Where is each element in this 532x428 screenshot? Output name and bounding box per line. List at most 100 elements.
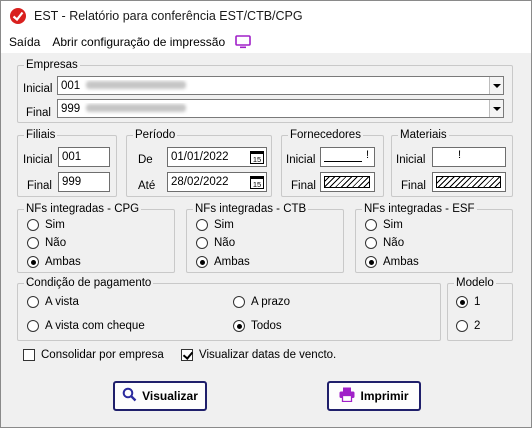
condicao-a-vista-label: A vista: [45, 296, 79, 308]
fornecedores-inicial-label: Inicial: [286, 154, 316, 166]
empresa-final-value: 999: [61, 102, 81, 115]
periodo-ate-label: Até: [138, 180, 156, 192]
nfs-cpg-ambas-label: Ambas: [45, 256, 81, 268]
periodo-legend: Período: [133, 128, 178, 142]
nfs-cpg-sim-radio[interactable]: Sim: [27, 217, 65, 233]
fornecedores-legend: Fornecedores: [288, 128, 363, 142]
nfs-ctb-group: NFs integradas - CTB Sim Não Ambas: [186, 202, 344, 273]
nfs-esf-ambas-label: Ambas: [383, 256, 419, 268]
material-inicial-mask: !: [457, 149, 461, 161]
fornecedores-group: Fornecedores Inicial ! Final: [281, 128, 384, 197]
empresas-inicial-label: Inicial: [23, 83, 53, 95]
visualizar-label: Visualizar: [142, 389, 198, 403]
condicao-a-vista-cheque-radio[interactable]: A vista com cheque: [27, 318, 145, 334]
fornecedor-final-input[interactable]: [320, 172, 375, 192]
nfs-esf-sim-label: Sim: [383, 219, 403, 231]
printer-icon: [339, 387, 355, 405]
menu-saida[interactable]: Saída: [9, 35, 46, 49]
window-title: EST - Relatório para conferência EST/CTB…: [34, 9, 303, 23]
filiais-inicial-label: Inicial: [23, 154, 53, 166]
empresa-inicial-name-redacted: [86, 81, 187, 90]
data-ate-value: 28/02/2022: [171, 176, 229, 188]
filial-inicial-input[interactable]: 001: [58, 147, 110, 167]
app-logo-icon: [8, 6, 28, 26]
consolidar-label: Consolidar por empresa: [41, 349, 164, 361]
calendar-icon[interactable]: 15: [249, 149, 265, 165]
imprimir-button[interactable]: Imprimir: [327, 381, 421, 411]
nfs-ctb-sim-label: Sim: [214, 219, 234, 231]
nfs-ctb-ambas-radio[interactable]: Ambas: [196, 254, 250, 270]
condicao-todos-radio[interactable]: Todos: [233, 318, 282, 334]
modelo-2-radio[interactable]: 2: [456, 318, 480, 334]
data-de-input[interactable]: 01/01/2022 15: [167, 147, 267, 167]
nfs-esf-sim-radio[interactable]: Sim: [365, 217, 403, 233]
periodo-de-label: De: [138, 154, 153, 166]
visualizar-button[interactable]: Visualizar: [113, 381, 207, 411]
chevron-down-icon[interactable]: [489, 100, 503, 117]
fornecedor-inicial-mask: !: [365, 149, 369, 161]
nfs-cpg-sim-label: Sim: [45, 219, 65, 231]
modelo-2-label: 2: [474, 320, 481, 332]
filiais-legend: Filiais: [24, 128, 58, 142]
nfs-cpg-group: NFs integradas - CPG Sim Não Ambas: [17, 202, 175, 273]
visualizar-datas-checkbox[interactable]: Visualizar datas de vencto.: [181, 347, 336, 363]
condicao-legend: Condição de pagamento: [24, 276, 154, 290]
empresa-inicial-select[interactable]: 001: [57, 76, 504, 95]
chevron-down-icon[interactable]: [489, 77, 503, 94]
fornecedor-final-mask: [324, 176, 370, 188]
svg-text:15: 15: [253, 155, 261, 164]
fornecedor-inicial-input[interactable]: !: [320, 147, 375, 167]
filiais-group: Filiais Inicial 001 Final 999: [17, 128, 117, 197]
materiais-legend: Materiais: [398, 128, 449, 142]
materiais-group: Materiais Inicial ! Final: [391, 128, 513, 197]
menu-abrir-configuracao[interactable]: Abrir configuração de impressão: [46, 35, 231, 49]
nfs-ctb-ambas-label: Ambas: [214, 256, 250, 268]
nfs-esf-legend: NFs integradas - ESF: [362, 202, 477, 216]
data-de-value: 01/01/2022: [171, 151, 229, 163]
search-icon: [122, 387, 137, 405]
nfs-cpg-nao-radio[interactable]: Não: [27, 235, 66, 251]
nfs-ctb-nao-label: Não: [214, 237, 236, 249]
nfs-esf-ambas-radio[interactable]: Ambas: [365, 254, 419, 270]
condicao-a-prazo-radio[interactable]: A prazo: [233, 294, 290, 310]
material-final-input[interactable]: [432, 172, 506, 192]
nfs-ctb-sim-radio[interactable]: Sim: [196, 217, 234, 233]
material-inicial-input[interactable]: !: [432, 147, 506, 167]
nfs-esf-nao-label: Não: [383, 237, 405, 249]
periodo-group: Período De 01/01/2022 15 Até 28/02/2022 …: [126, 128, 272, 197]
nfs-cpg-legend: NFs integradas - CPG: [24, 202, 142, 216]
nfs-cpg-ambas-radio[interactable]: Ambas: [27, 254, 81, 270]
material-final-mask: [436, 176, 501, 188]
fornecedores-final-label: Final: [291, 180, 316, 192]
condicao-pagamento-group: Condição de pagamento A vista A prazo A …: [17, 276, 441, 341]
modelo-1-radio[interactable]: 1: [456, 294, 480, 310]
menu-bar: Saída Abrir configuração de impressão: [1, 31, 531, 53]
report-window: EST - Relatório para conferência EST/CTB…: [0, 0, 532, 428]
svg-text:15: 15: [253, 180, 261, 189]
data-ate-input[interactable]: 28/02/2022 15: [167, 172, 267, 192]
imprimir-label: Imprimir: [360, 389, 409, 403]
empresa-inicial-value: 001: [61, 79, 81, 92]
filiais-final-label: Final: [27, 180, 52, 192]
modelo-1-label: 1: [474, 296, 481, 308]
calendar-icon[interactable]: 15: [249, 174, 265, 190]
modelo-group: Modelo 1 2: [447, 276, 513, 341]
empresas-legend: Empresas: [24, 58, 80, 72]
consolidar-checkbox[interactable]: Consolidar por empresa: [23, 347, 164, 363]
monitor-icon[interactable]: [235, 35, 251, 49]
condicao-a-vista-cheque-label: A vista com cheque: [45, 320, 145, 332]
nfs-esf-nao-radio[interactable]: Não: [365, 235, 404, 251]
filial-final-input[interactable]: 999: [58, 172, 110, 192]
nfs-ctb-nao-radio[interactable]: Não: [196, 235, 235, 251]
nfs-ctb-legend: NFs integradas - CTB: [193, 202, 309, 216]
empresa-final-name-redacted: [86, 104, 187, 113]
condicao-a-prazo-label: A prazo: [251, 296, 290, 308]
condicao-a-vista-radio[interactable]: A vista: [27, 294, 79, 310]
modelo-legend: Modelo: [454, 276, 496, 290]
nfs-esf-group: NFs integradas - ESF Sim Não Ambas: [355, 202, 513, 273]
visualizar-datas-label: Visualizar datas de vencto.: [199, 349, 337, 361]
empresas-group: Empresas Inicial 001 Final 999: [17, 58, 513, 123]
title-bar: EST - Relatório para conferência EST/CTB…: [1, 1, 531, 31]
empresa-final-select[interactable]: 999: [57, 99, 504, 118]
materiais-inicial-label: Inicial: [396, 154, 426, 166]
